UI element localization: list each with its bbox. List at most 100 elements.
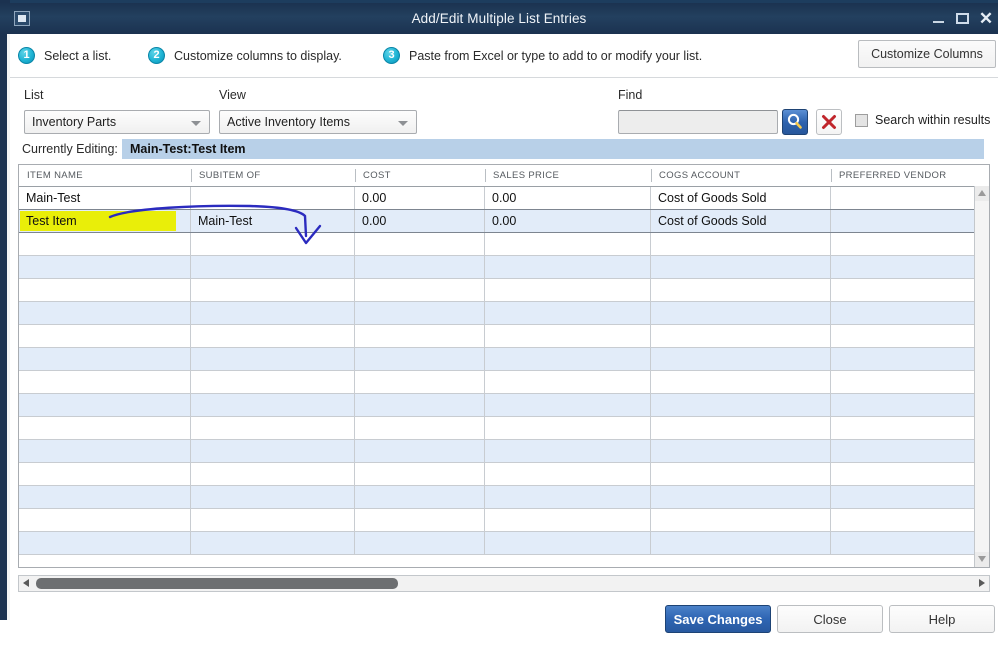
table-cell-empty[interactable] bbox=[355, 463, 485, 485]
table-cell-empty[interactable] bbox=[19, 256, 191, 278]
table-row[interactable] bbox=[19, 233, 975, 256]
table-cell-empty[interactable] bbox=[485, 417, 651, 439]
table-cell-empty[interactable] bbox=[355, 348, 485, 370]
table-cell-empty[interactable] bbox=[355, 486, 485, 508]
table-row[interactable] bbox=[19, 348, 975, 371]
table-cell-empty[interactable] bbox=[651, 532, 831, 554]
table-cell-empty[interactable] bbox=[191, 463, 355, 485]
table-cell-empty[interactable] bbox=[19, 302, 191, 324]
table-cell-empty[interactable] bbox=[355, 256, 485, 278]
grid-header-cost[interactable]: COST bbox=[355, 165, 485, 186]
table-row[interactable] bbox=[19, 463, 975, 486]
maximize-icon[interactable] bbox=[956, 13, 969, 24]
table-cell-empty[interactable] bbox=[355, 532, 485, 554]
table-cell-empty[interactable] bbox=[831, 486, 975, 508]
help-button[interactable]: Help bbox=[889, 605, 995, 633]
table-cell-empty[interactable] bbox=[355, 279, 485, 301]
table-cell-empty[interactable] bbox=[19, 486, 191, 508]
table-row[interactable] bbox=[19, 532, 975, 555]
table-cell-empty[interactable] bbox=[831, 302, 975, 324]
horizontal-scrollbar[interactable] bbox=[18, 575, 990, 592]
table-cell-empty[interactable] bbox=[191, 325, 355, 347]
table-cell-empty[interactable] bbox=[485, 325, 651, 347]
window-titlebar[interactable]: Add/Edit Multiple List Entries ✕ bbox=[0, 3, 998, 34]
table-cell-sales-price[interactable]: 0.00 bbox=[485, 187, 651, 209]
table-cell-empty[interactable] bbox=[651, 440, 831, 462]
clear-search-button[interactable] bbox=[816, 109, 842, 135]
close-icon[interactable]: ✕ bbox=[978, 10, 994, 27]
grid-header-subitem-of[interactable]: SUBITEM OF bbox=[191, 165, 355, 186]
table-cell-empty[interactable] bbox=[355, 440, 485, 462]
table-cell-empty[interactable] bbox=[485, 279, 651, 301]
table-cell-item-name[interactable]: Main-Test bbox=[19, 187, 191, 209]
grid-header-preferred-vendor[interactable]: PREFERRED VENDOR bbox=[831, 165, 975, 186]
horizontal-scrollbar-thumb[interactable] bbox=[36, 578, 398, 589]
minimize-icon[interactable] bbox=[932, 11, 947, 26]
table-cell-empty[interactable] bbox=[651, 279, 831, 301]
table-cell-empty[interactable] bbox=[831, 256, 975, 278]
table-cell-empty[interactable] bbox=[651, 371, 831, 393]
scroll-right-button[interactable] bbox=[974, 576, 989, 591]
table-cell-empty[interactable] bbox=[19, 371, 191, 393]
table-cell-empty[interactable] bbox=[485, 348, 651, 370]
table-cell-empty[interactable] bbox=[485, 440, 651, 462]
table-cell-empty[interactable] bbox=[355, 233, 485, 255]
table-cell-cogs-account[interactable]: Cost of Goods Sold bbox=[651, 187, 831, 209]
table-cell-empty[interactable] bbox=[191, 532, 355, 554]
table-cell-empty[interactable] bbox=[355, 417, 485, 439]
table-row[interactable] bbox=[19, 486, 975, 509]
table-cell-empty[interactable] bbox=[355, 509, 485, 531]
grid-header-cogs-account[interactable]: COGS ACCOUNT bbox=[651, 165, 831, 186]
table-cell-empty[interactable] bbox=[19, 348, 191, 370]
table-cell-empty[interactable] bbox=[831, 371, 975, 393]
list-dropdown[interactable]: Inventory Parts bbox=[24, 110, 210, 134]
table-cell-empty[interactable] bbox=[191, 233, 355, 255]
scroll-down-button[interactable] bbox=[975, 552, 989, 567]
table-cell-empty[interactable] bbox=[19, 279, 191, 301]
table-cell-empty[interactable] bbox=[485, 233, 651, 255]
close-button[interactable]: Close bbox=[777, 605, 883, 633]
table-cell-empty[interactable] bbox=[355, 394, 485, 416]
table-row[interactable] bbox=[19, 440, 975, 463]
table-cell-empty[interactable] bbox=[831, 394, 975, 416]
table-cell-empty[interactable] bbox=[831, 417, 975, 439]
table-row[interactable] bbox=[19, 509, 975, 532]
table-cell-empty[interactable] bbox=[191, 256, 355, 278]
table-cell-empty[interactable] bbox=[355, 302, 485, 324]
table-cell-subitem-of[interactable]: Main-Test bbox=[191, 210, 355, 232]
save-changes-button[interactable]: Save Changes bbox=[665, 605, 771, 633]
table-row[interactable] bbox=[19, 302, 975, 325]
table-cell-empty[interactable] bbox=[191, 394, 355, 416]
table-cell-empty[interactable] bbox=[485, 302, 651, 324]
table-cell-empty[interactable] bbox=[831, 279, 975, 301]
table-cell-cost[interactable]: 0.00 bbox=[355, 187, 485, 209]
table-cell-empty[interactable] bbox=[651, 256, 831, 278]
table-cell-empty[interactable] bbox=[485, 371, 651, 393]
table-cell-empty[interactable] bbox=[19, 233, 191, 255]
table-cell-preferred-vendor[interactable] bbox=[831, 210, 975, 232]
table-cell-sales-price[interactable]: 0.00 bbox=[485, 210, 651, 232]
table-cell-empty[interactable] bbox=[191, 279, 355, 301]
table-cell-empty[interactable] bbox=[651, 325, 831, 347]
table-cell-empty[interactable] bbox=[651, 233, 831, 255]
table-cell-cost[interactable]: 0.00 bbox=[355, 210, 485, 232]
table-row[interactable] bbox=[19, 371, 975, 394]
table-cell-empty[interactable] bbox=[19, 325, 191, 347]
table-row[interactable] bbox=[19, 394, 975, 417]
table-cell-empty[interactable] bbox=[19, 417, 191, 439]
grid-header-sales-price[interactable]: SALES PRICE bbox=[485, 165, 651, 186]
table-cell-empty[interactable] bbox=[651, 348, 831, 370]
table-cell-item-name[interactable]: Test Item bbox=[19, 210, 191, 232]
customize-columns-button[interactable]: Customize Columns bbox=[858, 40, 996, 68]
table-cell-empty[interactable] bbox=[831, 440, 975, 462]
table-cell-empty[interactable] bbox=[485, 256, 651, 278]
table-cell-empty[interactable] bbox=[831, 233, 975, 255]
table-cell-empty[interactable] bbox=[485, 463, 651, 485]
table-cell-empty[interactable] bbox=[19, 394, 191, 416]
scroll-left-button[interactable] bbox=[19, 576, 34, 591]
table-cell-empty[interactable] bbox=[19, 463, 191, 485]
vertical-scrollbar[interactable] bbox=[974, 186, 989, 567]
table-cell-subitem-of[interactable] bbox=[191, 187, 355, 209]
find-input[interactable] bbox=[618, 110, 778, 134]
view-dropdown[interactable]: Active Inventory Items bbox=[219, 110, 417, 134]
